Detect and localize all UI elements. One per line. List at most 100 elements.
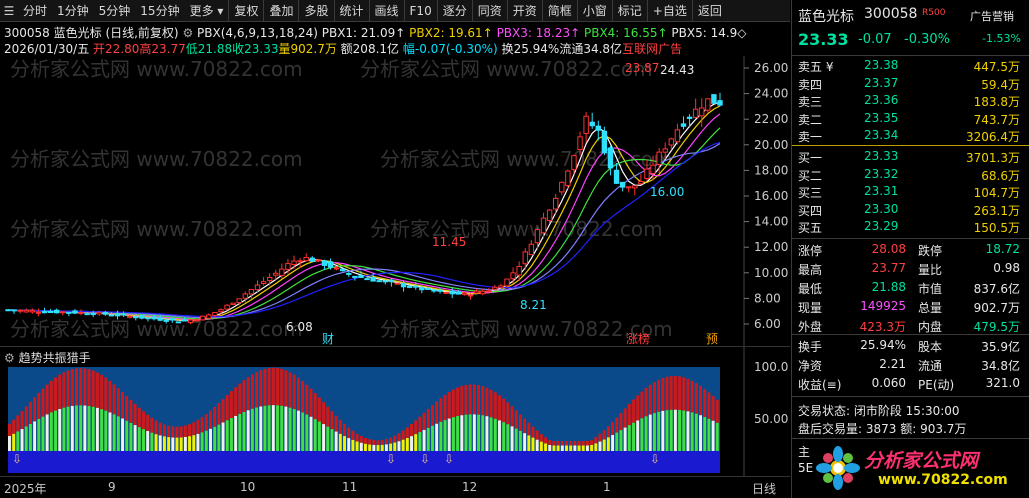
kline-chart[interactable]: 分析家公式网 www.70822.com 分析家公式网 www.70822.com… xyxy=(0,56,790,346)
candle-body xyxy=(577,136,583,151)
tab-1min[interactable]: 1分钟 xyxy=(52,0,94,22)
order-book-row[interactable]: 买四 23.30 263.1万 xyxy=(792,202,1029,219)
candle-body xyxy=(35,311,42,314)
candle-body xyxy=(120,313,127,316)
event-marker[interactable]: 财 xyxy=(322,332,334,346)
settings-icon[interactable]: ⚙ xyxy=(182,26,193,40)
indicator-bar xyxy=(83,405,87,451)
indicator-bar xyxy=(464,414,468,451)
indicator-bar xyxy=(62,407,66,451)
f10-button[interactable]: F10 xyxy=(403,0,437,22)
indicator-bar-red xyxy=(703,389,707,417)
indicator-bar xyxy=(372,444,376,451)
stat-label: 股本 xyxy=(918,340,943,354)
event-marker[interactable]: 预 xyxy=(706,332,718,346)
overlay-button[interactable]: 叠加 xyxy=(263,0,298,22)
order-book-row[interactable]: 卖三 23.36 183.8万 xyxy=(792,93,1029,110)
mini-window-button[interactable]: 小窗 xyxy=(576,0,612,22)
indicator-bar xyxy=(565,445,568,451)
indicator-bar-red xyxy=(301,380,305,413)
indicator-bar xyxy=(91,406,95,451)
bar-float: 流通34.8亿 xyxy=(559,42,623,56)
indicator-bar xyxy=(158,435,162,451)
candle-body xyxy=(376,280,382,283)
candle-body xyxy=(626,186,632,189)
order-book-row[interactable]: 卖四 23.37 59.4万 xyxy=(792,76,1029,93)
indicator-bar xyxy=(221,422,225,451)
order-book-row[interactable]: 买五 23.29 150.5万 xyxy=(792,219,1029,236)
indicator-bar-red xyxy=(158,422,162,436)
watermark: 分析家公式网 www.70822.com xyxy=(10,217,303,241)
candle-body xyxy=(595,125,601,131)
quote-panel: 蓝色光标 300058 R500 广告营销 23.33 -0.07 -0.30%… xyxy=(791,0,1029,498)
frame-button[interactable]: 简框 xyxy=(541,0,577,22)
watermark: 分析家公式网 www.70822.com xyxy=(360,57,653,81)
stat-label: 现量 xyxy=(798,301,823,315)
candle-body xyxy=(169,318,176,321)
add-watchlist-button[interactable]: +自选 xyxy=(646,0,692,22)
candle-body xyxy=(370,276,376,282)
order-book-row[interactable]: 卖五 ¥ 23.38 447.5万 xyxy=(792,58,1029,75)
order-book-row[interactable]: 买二 23.32 68.6万 xyxy=(792,167,1029,184)
indicator-bar xyxy=(146,431,150,451)
tick-button[interactable]: 逐分 xyxy=(436,0,472,22)
indicator-title[interactable]: ⚙ 趋势共振猎手 xyxy=(4,349,91,366)
draw-line-button[interactable]: 画线 xyxy=(368,0,404,22)
stats-button[interactable]: 统计 xyxy=(333,0,369,22)
candle-body xyxy=(406,285,413,288)
candle-body xyxy=(17,309,23,312)
stat-value: 23.77 xyxy=(871,261,906,275)
order-book-row[interactable]: 卖二 23.35 743.7万 xyxy=(792,111,1029,128)
indicator-bar-red xyxy=(384,438,388,445)
adjust-button[interactable]: 复权 xyxy=(228,0,263,22)
candle-body xyxy=(11,309,17,312)
period-label[interactable]: 日线 xyxy=(752,480,776,497)
watermark: 分析家公式网 www.70822.com xyxy=(10,317,303,341)
indicator-bar xyxy=(183,436,187,451)
indicator-bar xyxy=(70,405,74,451)
indicator-bar xyxy=(485,416,489,451)
indicator-bar-red xyxy=(192,422,196,436)
level-label: 卖五 ¥ xyxy=(798,60,834,74)
indicator-chart[interactable]: ⇩ ⇩ ⇩ ⇩ ⇩ 100.0 50.00 xyxy=(0,347,790,477)
ad-banner[interactable]: 分析家公式网 www.70822.com xyxy=(816,442,1028,494)
candle-body xyxy=(437,289,443,292)
indicator-bar-red xyxy=(435,401,439,424)
stat-value: 35.9亿 xyxy=(981,340,1020,354)
indicator-bar-red xyxy=(20,411,24,430)
tab-15min[interactable]: 15分钟 xyxy=(135,0,184,22)
order-book-row[interactable]: 卖一 23.34 3206.4万 xyxy=(792,128,1029,145)
indicator-bar xyxy=(175,437,179,451)
open-button[interactable]: 开资 xyxy=(506,0,542,22)
more-button[interactable]: 更多 ▾ xyxy=(185,0,229,22)
indicator-bar xyxy=(472,414,476,451)
candle-body xyxy=(479,290,486,295)
candle-body xyxy=(388,279,395,283)
indicator-bar xyxy=(322,424,326,451)
menu-icon[interactable]: ☰ xyxy=(0,0,18,22)
stock-code: 300058 xyxy=(864,6,918,22)
order-book-row[interactable]: 买一 23.33 3701.3万 xyxy=(792,149,1029,166)
indicator-bar-red xyxy=(644,388,648,417)
peak-label: 11.45 xyxy=(432,235,466,249)
indicator-bar-red xyxy=(489,389,493,418)
order-book-row[interactable]: 买三 23.31 104.7万 xyxy=(792,184,1029,201)
indicator-bar xyxy=(711,420,715,451)
indicator-bar xyxy=(225,420,229,451)
tab-5min[interactable]: 5分钟 xyxy=(94,0,136,22)
back-button[interactable]: 返回 xyxy=(691,0,727,22)
candle-body xyxy=(333,267,340,270)
multi-stock-button[interactable]: 多股 xyxy=(298,0,333,22)
mark-button[interactable]: 标记 xyxy=(611,0,647,22)
tab-intraday[interactable]: 分时 xyxy=(18,0,52,22)
indicator-bar xyxy=(276,405,279,451)
event-marker[interactable]: 涨榜 xyxy=(626,331,650,346)
sector-name[interactable]: 广告营销 xyxy=(970,8,1014,24)
price-tick-label: 22.00 xyxy=(754,112,788,126)
peer-button[interactable]: 同资 xyxy=(471,0,507,22)
gear-icon[interactable]: ⚙ xyxy=(4,351,15,365)
indicator-bar-red xyxy=(246,377,250,411)
indicator-bar-red xyxy=(715,399,719,423)
stat-row: 换手 25.94% 股本 35.9亿 xyxy=(792,338,1029,355)
indicator-bar xyxy=(389,443,393,451)
